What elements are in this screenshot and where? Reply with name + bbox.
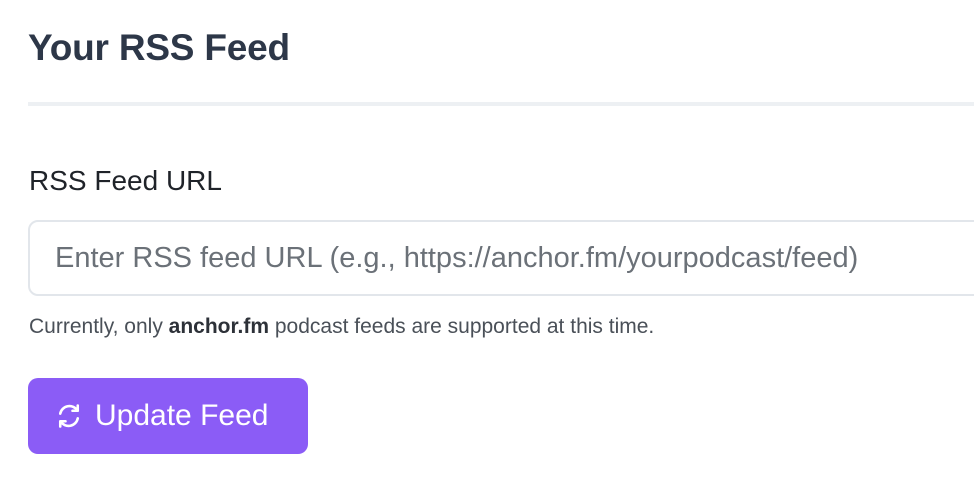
section-divider — [28, 102, 974, 106]
update-feed-button-label: Update Feed — [95, 399, 269, 432]
help-text-prefix: Currently, only — [29, 315, 169, 338]
page-title: Your RSS Feed — [28, 27, 290, 68]
help-text-suffix: podcast feeds are supported at this time… — [269, 315, 655, 338]
update-feed-button[interactable]: Update Feed — [28, 378, 308, 454]
help-text: Currently, only anchor.fm podcast feeds … — [29, 313, 654, 341]
rss-feed-url-input[interactable] — [28, 220, 974, 296]
help-text-emphasis: anchor.fm — [168, 315, 270, 338]
rss-feed-url-label: RSS Feed URL — [29, 165, 222, 196]
refresh-icon — [55, 402, 83, 430]
